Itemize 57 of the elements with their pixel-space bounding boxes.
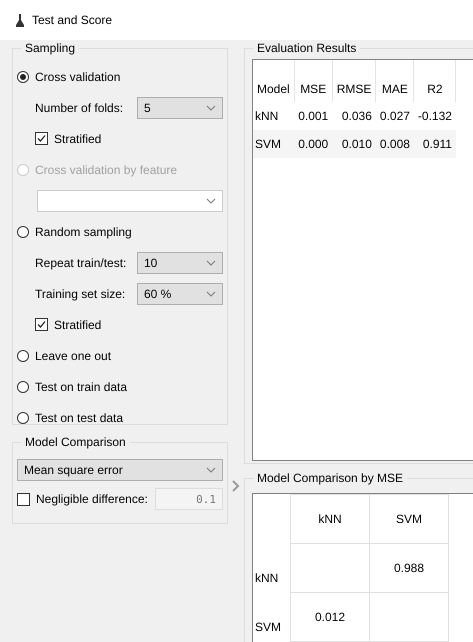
- chevron-down-icon: [206, 104, 216, 110]
- table-cell: 0.000: [294, 130, 332, 158]
- radio-label: Cross validation: [35, 70, 120, 84]
- group-title: Model Comparison: [21, 435, 130, 449]
- table-cell: SVM: [253, 130, 294, 158]
- column-header[interactable]: MSE: [294, 60, 332, 102]
- chevron-down-icon: [206, 260, 216, 266]
- radio-button[interactable]: [17, 350, 29, 362]
- radio-label: Test on train data: [35, 380, 128, 394]
- dropdown[interactable]: 5: [137, 96, 223, 118]
- checkbox[interactable]: [35, 132, 48, 145]
- group-title: Sampling: [21, 41, 80, 55]
- field-label: Number of folds:: [35, 100, 124, 114]
- table-cell: 0.001: [294, 102, 332, 130]
- checkbox[interactable]: [17, 492, 30, 506]
- table-cell: kNN: [253, 102, 294, 130]
- field-label: Repeat train/test:: [35, 256, 128, 270]
- field-label: Training set size:: [35, 286, 126, 300]
- chevron-down-icon: [206, 198, 216, 204]
- column-header: SVM: [370, 494, 448, 544]
- column-header[interactable]: RMSE: [332, 60, 376, 102]
- row-header: kNN: [253, 544, 290, 592]
- input-field[interactable]: 0.1: [155, 488, 223, 510]
- checkbox-label: Stratified: [54, 318, 102, 332]
- radio-button[interactable]: [17, 412, 29, 424]
- lamp-icon: [16, 14, 24, 26]
- dropdown[interactable]: 60 %: [137, 282, 223, 304]
- dropdown[interactable]: Mean square error: [17, 459, 223, 481]
- radio-label: Cross validation by feature: [35, 162, 178, 176]
- table-cell: -0.132: [414, 102, 456, 130]
- table-cell: 0.027: [376, 102, 414, 130]
- column-header[interactable]: R2: [414, 60, 456, 102]
- column-header[interactable]: MAE: [376, 60, 414, 102]
- table-cell: 0.012: [290, 592, 370, 642]
- radio-button[interactable]: [17, 226, 29, 238]
- table-cell: 0.008: [376, 130, 414, 158]
- checkbox-label: Negligible difference:: [36, 492, 148, 506]
- radio-label: Test on test data: [35, 410, 124, 424]
- radio-button[interactable]: [17, 380, 29, 392]
- row-header: SVM: [253, 592, 290, 642]
- dropdown[interactable]: 10: [137, 252, 223, 274]
- checkbox-label: Stratified: [54, 132, 102, 146]
- chevron-down-icon: [206, 467, 216, 473]
- group-title: Model Comparison by MSE: [253, 471, 408, 485]
- table-cell: 0.036: [332, 102, 376, 130]
- column-header: kNN: [290, 494, 370, 544]
- radio-button[interactable]: [17, 70, 29, 82]
- group-title: Evaluation Results: [253, 41, 360, 55]
- table-cell: 0.911: [414, 130, 456, 158]
- chevron-down-icon: [206, 290, 216, 296]
- column-header[interactable]: Model: [253, 60, 294, 102]
- window-title: Test and Score: [32, 13, 112, 27]
- table-cell: 0.988: [370, 544, 448, 592]
- radio-label: Random sampling: [35, 224, 132, 238]
- radio-label: Leave one out: [35, 348, 112, 362]
- checkbox[interactable]: [35, 318, 48, 331]
- table-cell: 0.010: [332, 130, 376, 158]
